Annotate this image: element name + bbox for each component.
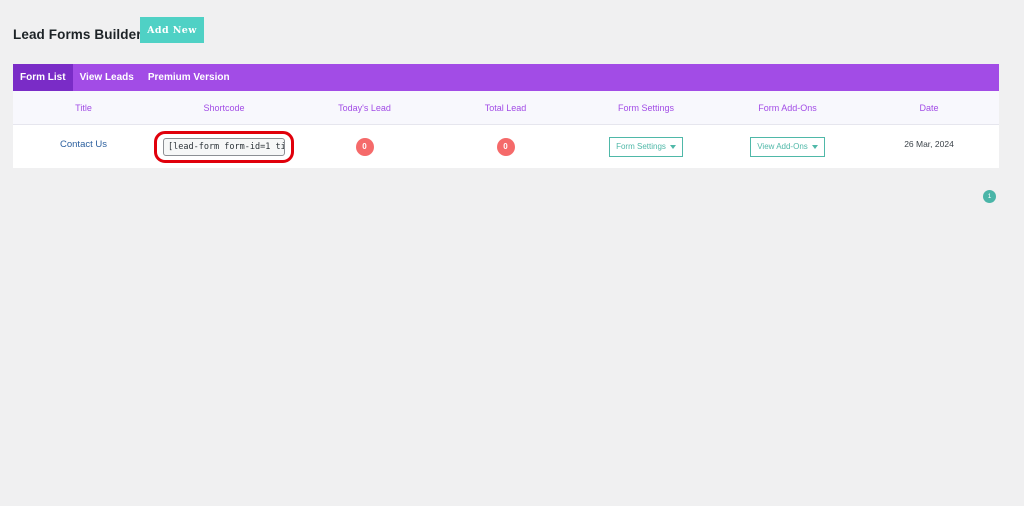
todays-lead-badge: 0 [355, 137, 374, 156]
todays-lead-cell: 0 [294, 137, 435, 156]
view-addons-dropdown[interactable]: View Add-Ons [750, 136, 825, 157]
form-settings-cell: Form Settings [576, 136, 716, 157]
caret-down-icon [669, 144, 676, 149]
form-title-link[interactable]: Contact Us [60, 139, 107, 150]
pagination-page-1[interactable]: 1 [983, 190, 996, 203]
table-header: Title Shortcode Today's Lead Total Lead … [13, 91, 999, 125]
column-header-title: Title [75, 102, 92, 113]
forms-panel: Form List View Leads Premium Version Tit… [13, 64, 999, 168]
column-header-date: Date [919, 102, 939, 113]
column-header-form-addons: Form Add-Ons [758, 102, 817, 113]
form-date: 26 Mar, 2024 [904, 139, 954, 149]
shortcode-field[interactable]: [lead-form form-id=1 tit [163, 137, 285, 156]
page-header: Lead Forms Builder [13, 16, 142, 44]
form-addons-cell: View Add-Ons [716, 136, 859, 157]
column-header-shortcode: Shortcode [203, 102, 245, 113]
view-addons-label: View Add-Ons [757, 142, 808, 151]
caret-down-icon [811, 144, 818, 149]
page-title: Lead Forms Builder [13, 26, 142, 42]
forms-table: Title Shortcode Today's Lead Total Lead … [13, 91, 999, 168]
shortcode-cell: [lead-form form-id=1 tit [154, 130, 294, 163]
title-cell: Contact Us [13, 139, 154, 150]
column-header-todays-lead: Today's Lead [338, 102, 391, 113]
tab-bar: Form List View Leads Premium Version [13, 64, 999, 91]
shortcode-highlight: [lead-form form-id=1 tit [154, 130, 294, 163]
add-new-button[interactable]: Add New [140, 17, 204, 43]
form-settings-dropdown[interactable]: Form Settings [609, 136, 683, 157]
form-settings-label: Form Settings [616, 142, 666, 151]
total-lead-cell: 0 [435, 137, 576, 156]
tab-view-leads[interactable]: View Leads [73, 64, 141, 91]
tab-form-list[interactable]: Form List [13, 64, 73, 91]
table-row: Contact Us [lead-form form-id=1 tit 0 0 … [13, 125, 999, 168]
tab-premium-version[interactable]: Premium Version [141, 64, 237, 91]
date-cell: 26 Mar, 2024 [859, 139, 999, 149]
column-header-form-settings: Form Settings [617, 102, 675, 113]
total-lead-badge: 0 [496, 137, 515, 156]
column-header-total-lead: Total Lead [484, 102, 527, 113]
